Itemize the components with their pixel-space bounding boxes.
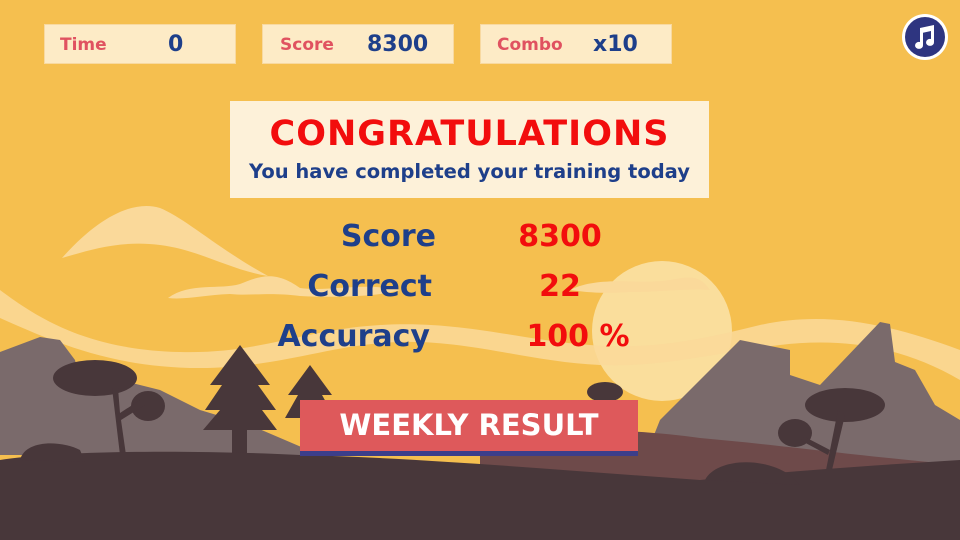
result-score-label: Score [340, 219, 436, 254]
score-label: Score [280, 35, 334, 55]
time-value: 0 [168, 32, 184, 57]
combo-label: Combo [497, 35, 563, 55]
congratulations-panel: CONGRATULATIONS You have completed your … [230, 101, 709, 198]
music-button-face [905, 17, 945, 57]
congratulations-title: CONGRATULATIONS [269, 114, 670, 154]
congratulations-subtitle: You have completed your training today [249, 160, 690, 183]
music-note-icon [915, 25, 935, 49]
hud-score-panel: Score 8300 [262, 24, 454, 64]
time-label: Time [60, 35, 107, 55]
combo-value: x10 [593, 32, 638, 57]
result-correct-value: 22 [539, 269, 581, 304]
weekly-result-button-shadow [300, 451, 638, 456]
score-value: 8300 [367, 32, 429, 57]
result-correct-label: Correct [307, 269, 432, 304]
result-score-value: 8300 [518, 219, 602, 254]
hud-combo-panel: Combo x10 [480, 24, 672, 64]
weekly-result-label: WEEKLY RESULT [339, 408, 599, 442]
music-toggle-button[interactable] [902, 14, 948, 60]
weekly-result-button[interactable]: WEEKLY RESULT [300, 400, 638, 456]
result-accuracy-value: 100 % [526, 319, 630, 354]
result-accuracy-label: Accuracy [277, 319, 430, 354]
hud-time-panel: Time 0 [44, 24, 236, 64]
